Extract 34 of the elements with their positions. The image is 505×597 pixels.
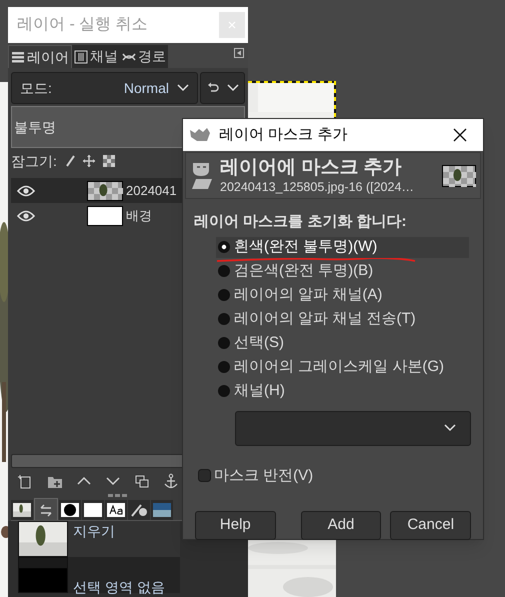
checkbox-label: 마스크 반전(V) xyxy=(214,466,314,486)
opacity-label: 불투명 xyxy=(14,118,56,136)
mode-dropdown[interactable]: 모드: Normal xyxy=(11,72,198,104)
panel-tab[interactable]: 채널 xyxy=(72,45,120,68)
window-title: 레이어 - 실행 취소 xyxy=(17,15,148,35)
history-label: 지우기 xyxy=(73,522,115,541)
section-label: 레이어 마스크를 초기화 합니다: xyxy=(194,212,408,232)
radio-option[interactable]: 흰색(완전 불투명)(W) xyxy=(216,236,469,258)
option-label: 선택(S) xyxy=(234,332,284,353)
radio-option[interactable]: 채널(H) xyxy=(216,380,469,402)
option-label: 흰색(완전 불투명)(W) xyxy=(234,236,378,257)
dialog-button[interactable]: Add xyxy=(300,511,382,540)
mode-value: Normal xyxy=(124,78,169,98)
dialog-button[interactable]: Cancel xyxy=(390,511,472,540)
dialog-heading: 레이어에 마스크 추가 xyxy=(220,156,403,180)
history-row[interactable]: 선택 영역 없음 xyxy=(18,557,180,593)
option-label: 채널(H) xyxy=(234,380,285,401)
radio-option[interactable]: 레이어의 알파 채널(A) xyxy=(216,284,469,306)
radio-option[interactable]: 레이어의 알파 채널 전송(T) xyxy=(216,308,469,330)
radio-option[interactable]: 레이어의 그레이스케일 사본(G) xyxy=(216,356,469,378)
lock-label: 잠그기: xyxy=(11,152,57,170)
option-label: 검은색(완전 투명)(B) xyxy=(234,260,374,281)
history-row[interactable]: 지우기 xyxy=(18,521,180,557)
dialog-button[interactable]: Help xyxy=(195,511,276,540)
option-label: 레이어의 알파 채널 전송(T) xyxy=(234,308,416,329)
layer-name: 2024041 xyxy=(126,182,177,200)
mode-label: 모드: xyxy=(20,78,52,98)
option-label: 레이어의 알파 채널(A) xyxy=(234,284,382,305)
radio-option[interactable]: 검은색(완전 투명)(B) xyxy=(216,260,469,282)
option-label: 레이어의 그레이스케일 사본(G) xyxy=(234,356,444,377)
layer-name: 배경 xyxy=(126,206,152,225)
panel-tab[interactable]: 레이어 xyxy=(8,45,72,68)
radio-option[interactable]: 선택(S) xyxy=(216,332,469,354)
panel-tab[interactable]: 경로 xyxy=(120,45,168,68)
